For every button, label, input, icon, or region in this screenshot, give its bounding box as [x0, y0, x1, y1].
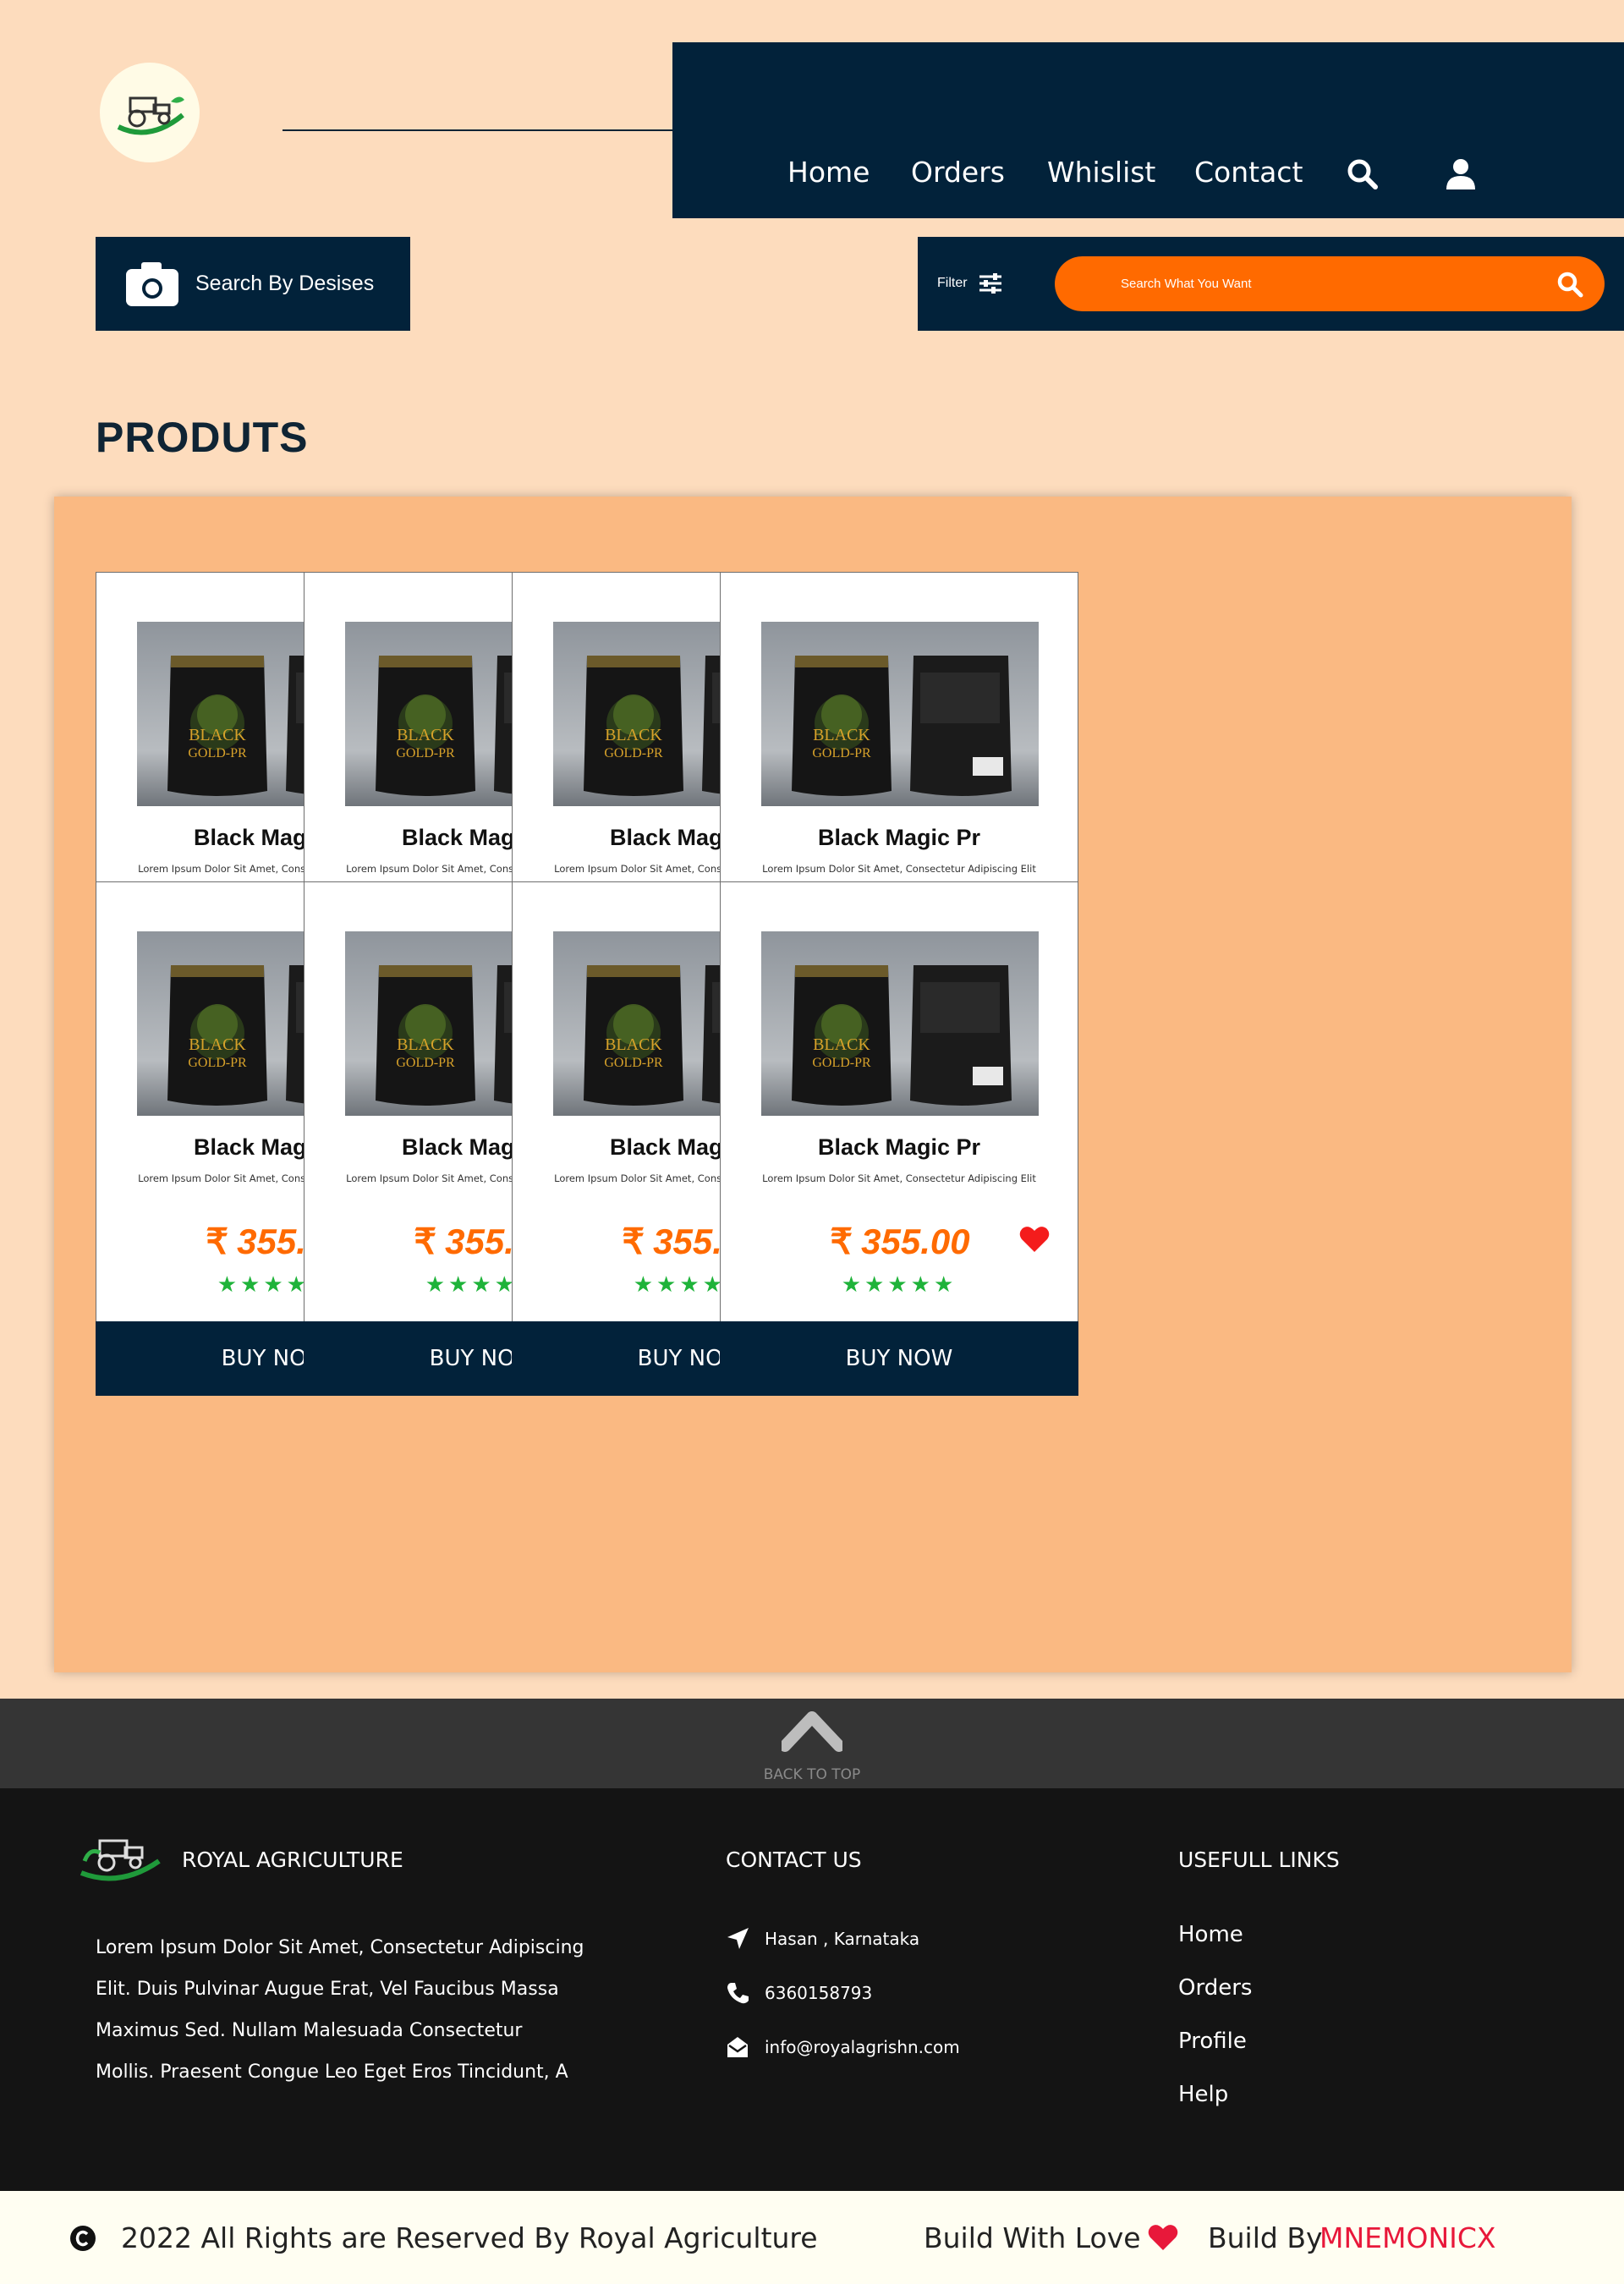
nav-whislist[interactable]: Whislist — [1047, 156, 1155, 189]
sliders-icon — [979, 273, 1001, 294]
filter-label: Filter — [937, 276, 968, 290]
build-by-brand-link[interactable]: MNEMONICX — [1320, 2221, 1496, 2254]
contact-phone-text: 6360158793 — [765, 1983, 873, 2003]
user-icon[interactable] — [1444, 157, 1478, 191]
search-by-desises-button[interactable]: Search By Desises — [96, 237, 410, 331]
product-image-line1: BLACK — [189, 726, 246, 744]
search-by-desises-label: Search By Desises — [195, 272, 375, 295]
header-divider — [283, 129, 673, 131]
contact-location: Hasan , Karnataka — [726, 1927, 919, 1951]
back-to-top-label: BACK TO TOP — [763, 1766, 861, 1783]
product-image[interactable]: BLACK GOLD-PR — [761, 931, 1039, 1116]
product-image-line1: BLACK — [605, 1035, 662, 1054]
products-heading: PRODUTS — [96, 414, 309, 461]
camera-icon — [126, 261, 178, 306]
product-image-line2: GOLD-PR — [188, 746, 247, 760]
rupee-icon: ₹ — [414, 1222, 437, 1261]
product-image-line2: GOLD-PR — [604, 746, 663, 760]
product-image-line1: BLACK — [813, 726, 870, 744]
nav-contact[interactable]: Contact — [1194, 156, 1303, 189]
footer-brand: ROYAL AGRICULTURE — [182, 1848, 403, 1872]
footer: ROYAL AGRICULTURE Lorem Ipsum Dolor Sit … — [0, 1788, 1624, 2191]
search-bar: Filter — [918, 237, 1624, 331]
product-image-line2: GOLD-PR — [812, 746, 871, 760]
wishlist-heart-icon[interactable] — [1019, 1225, 1050, 1254]
main-nav: Home Orders Whislist Contact — [672, 42, 1624, 218]
product-image-line1: BLACK — [189, 1035, 246, 1054]
footer-link-profile[interactable]: Profile — [1178, 2029, 1247, 2054]
tractor-logo-icon — [117, 96, 184, 135]
copyright-text: 2022 All Rights are Reserved By Royal Ag… — [121, 2221, 818, 2254]
rupee-icon: ₹ — [622, 1222, 645, 1261]
buy-now-button[interactable]: BUY NOW — [720, 1321, 1078, 1396]
nav-home[interactable]: Home — [787, 156, 870, 189]
footer-link-help[interactable]: Help — [1178, 2082, 1228, 2107]
contact-phone[interactable]: 6360158793 — [726, 1981, 872, 2005]
filter-button[interactable]: Filter — [937, 272, 1003, 294]
products-panel: BLACK GOLD-PR Black Magic Pr Lorem Ipsum… — [54, 497, 1572, 1672]
search-icon[interactable] — [1346, 157, 1380, 191]
contact-email-text: info@royalagrishn.com — [765, 2037, 960, 2057]
rating-stars: ★★★★★ — [841, 1271, 957, 1297]
chevron-up-icon — [782, 1711, 842, 1752]
rupee-icon: ₹ — [830, 1222, 853, 1261]
product-description: Lorem Ipsum Dolor Sit Amet, Consectetur … — [762, 1172, 1036, 1184]
footer-link-orders[interactable]: Orders — [1178, 1975, 1252, 2001]
back-to-top-button[interactable]: BACK TO TOP — [0, 1699, 1624, 1788]
location-icon — [727, 1928, 749, 1949]
build-by-text: Build By — [1208, 2221, 1323, 2254]
search-pill — [1055, 256, 1605, 311]
rupee-icon: ₹ — [206, 1222, 229, 1261]
price-amount: 355.00 — [861, 1222, 970, 1261]
phone-icon — [727, 1983, 749, 2004]
contact-location-text: Hasan , Karnataka — [765, 1929, 920, 1949]
product-image-line1: BLACK — [605, 726, 662, 744]
bottom-bar: 2022 All Rights are Reserved By Royal Ag… — [0, 2191, 1624, 2284]
product-image-line1: BLACK — [397, 726, 454, 744]
product-title[interactable]: Black Magic Pr — [721, 1134, 1078, 1161]
footer-about-text: Lorem Ipsum Dolor Sit Amet, Consectetur … — [96, 1937, 584, 2083]
mail-icon — [727, 2037, 748, 2057]
nav-orders[interactable]: Orders — [911, 156, 1005, 189]
product-image-line2: GOLD-PR — [396, 746, 455, 760]
product-image-line2: GOLD-PR — [188, 1056, 247, 1070]
product-image-line1: BLACK — [813, 1035, 870, 1054]
product-title[interactable]: Black Magic Pr — [721, 825, 1078, 851]
search-input[interactable] — [1121, 256, 1527, 311]
footer-tractor-logo-icon — [80, 1839, 161, 1881]
love-heart-icon — [1148, 2225, 1178, 2250]
search-submit-icon[interactable] — [1555, 270, 1584, 299]
product-image-line2: GOLD-PR — [604, 1056, 663, 1070]
product-image-line2: GOLD-PR — [812, 1056, 871, 1070]
contact-email[interactable]: info@royalagrishn.com — [726, 2035, 960, 2059]
useful-links-heading: USEFULL LINKS — [1178, 1848, 1340, 1872]
product-image-line2: GOLD-PR — [396, 1056, 455, 1070]
product-description: Lorem Ipsum Dolor Sit Amet, Consectetur … — [762, 863, 1036, 875]
product-image-line1: BLACK — [397, 1035, 454, 1054]
contact-heading: CONTACT US — [726, 1848, 862, 1872]
product-card[interactable]: BLACK GOLD-PR Black Magic Pr Lorem Ipsum… — [720, 881, 1078, 1396]
footer-link-home[interactable]: Home — [1178, 1922, 1243, 1947]
site-logo[interactable] — [100, 63, 200, 162]
product-image[interactable]: BLACK GOLD-PR — [761, 622, 1039, 806]
build-with-love-text: Build With Love — [924, 2221, 1141, 2254]
copyright-icon — [70, 2226, 96, 2251]
